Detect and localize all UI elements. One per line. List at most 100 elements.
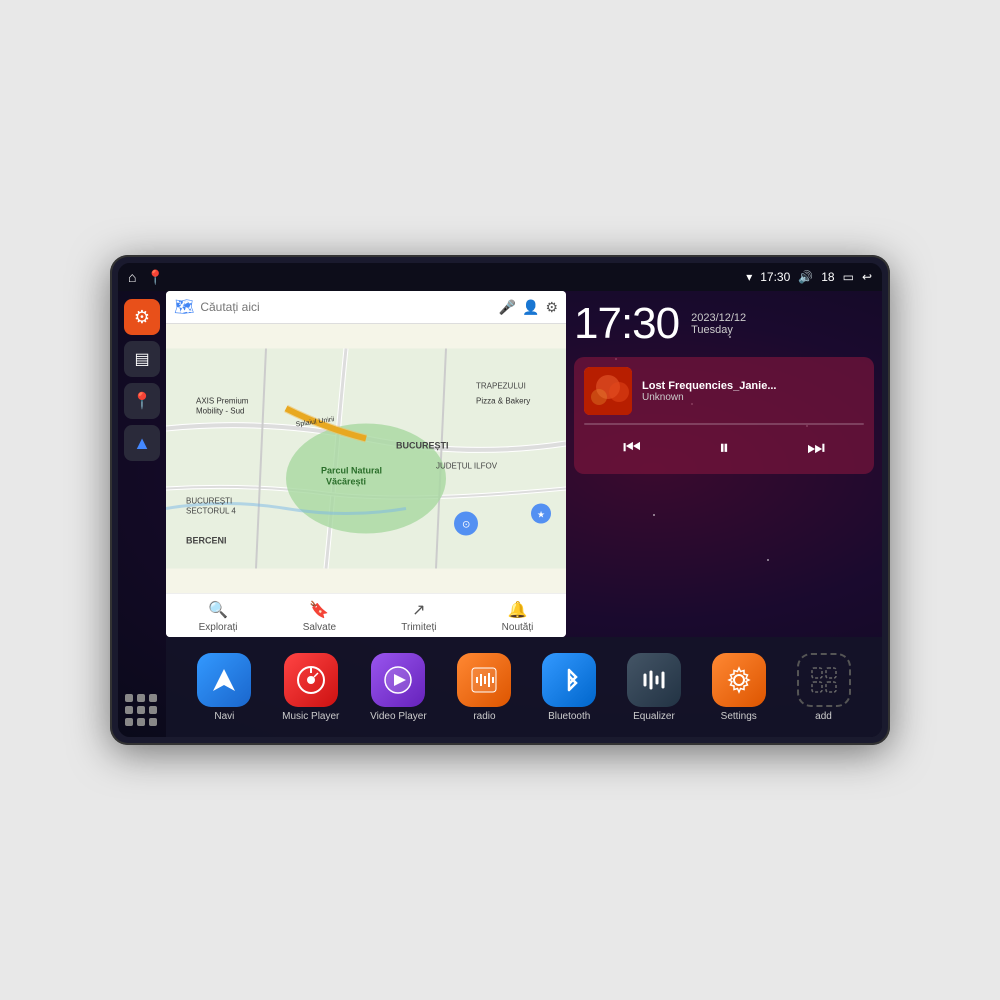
app-add[interactable]: add — [797, 653, 851, 722]
home-icon[interactable]: ⌂ — [128, 269, 136, 285]
sidebar-nav-btn[interactable]: ▲ — [124, 425, 160, 461]
battery-icon: ▭ — [843, 270, 854, 284]
music-player-label: Music Player — [282, 711, 339, 722]
top-section: 🗺 🎤 👤 ⚙ — [166, 291, 882, 637]
svg-text:SECTORUL 4: SECTORUL 4 — [186, 507, 236, 516]
sidebar-settings-btn[interactable]: ⚙ — [124, 299, 160, 335]
radio-label: radio — [473, 711, 495, 722]
battery-level: 18 — [821, 270, 834, 284]
sidebar: ⚙ ▤ 📍 ▲ — [118, 291, 166, 737]
saved-icon: 🔖 — [309, 600, 329, 620]
sidebar-map-btn[interactable]: 📍 — [124, 383, 160, 419]
svg-text:★: ★ — [537, 510, 545, 520]
main-area: ⚙ ▤ 📍 ▲ — [118, 291, 882, 737]
send-label: Trimiteți — [401, 622, 436, 633]
equalizer-label: Equalizer — [633, 711, 675, 722]
app-navi[interactable]: Navi — [197, 653, 251, 722]
status-bar: ⌂ 📍 ▾ 17:30 🔊 18 ▭ ↩ — [118, 263, 882, 291]
music-artist: Unknown — [642, 392, 864, 403]
music-widget: Lost Frequencies_Janie... Unknown ⏮ ⏸ ⏭ — [574, 357, 874, 474]
saved-label: Salvate — [303, 622, 336, 633]
music-info: Lost Frequencies_Janie... Unknown — [584, 367, 864, 415]
app-settings[interactable]: Settings — [712, 653, 766, 722]
music-progress-bar[interactable] — [584, 423, 864, 425]
account-icon[interactable]: 👤 — [522, 299, 539, 316]
bluetooth-label: Bluetooth — [548, 711, 590, 722]
settings-label: Settings — [721, 711, 757, 722]
svg-text:⊙: ⊙ — [462, 520, 470, 531]
google-maps-icon: 🗺 — [174, 297, 194, 317]
news-label: Noutăți — [502, 622, 534, 633]
map-body: AXIS Premium Mobility - Sud Pizza & Bake… — [166, 324, 566, 593]
radio-icon — [457, 653, 511, 707]
clock-widget: 17:30 2023/12/12 Tuesday — [574, 299, 874, 349]
app-music-player[interactable]: Music Player — [282, 653, 339, 722]
status-right: ▾ 17:30 🔊 18 ▭ ↩ — [746, 270, 872, 284]
music-player-icon — [284, 653, 338, 707]
music-title: Lost Frequencies_Janie... — [642, 380, 864, 392]
car-head-unit: ⌂ 📍 ▾ 17:30 🔊 18 ▭ ↩ — [110, 255, 890, 745]
apps-row: Navi Music Player — [166, 637, 882, 737]
map-panel: 🗺 🎤 👤 ⚙ — [166, 291, 566, 637]
map-search-bar: 🗺 🎤 👤 ⚙ — [166, 291, 566, 324]
app-radio[interactable]: radio — [457, 653, 511, 722]
settings-icon: ⚙ — [134, 307, 150, 328]
equalizer-icon — [627, 653, 681, 707]
files-icon: ▤ — [134, 349, 149, 369]
volume-icon: 🔊 — [798, 270, 813, 284]
map-send-btn[interactable]: ↗ Trimiteți — [401, 600, 436, 633]
maps-icon[interactable]: 📍 — [146, 269, 163, 286]
device-screen: ⌂ 📍 ▾ 17:30 🔊 18 ▭ ↩ — [118, 263, 882, 737]
video-player-label: Video Player — [370, 711, 427, 722]
navi-icon — [197, 653, 251, 707]
date-value: 2023/12/12 — [691, 312, 746, 324]
send-icon: ↗ — [412, 600, 425, 620]
navi-label: Navi — [214, 711, 234, 722]
content-area: 🗺 🎤 👤 ⚙ — [166, 291, 882, 737]
svg-text:BUCUREȘTI: BUCUREȘTI — [396, 441, 449, 451]
svg-text:Parcul Natural: Parcul Natural — [321, 466, 382, 476]
day-value: Tuesday — [691, 324, 746, 336]
clock-date: 2023/12/12 Tuesday — [691, 312, 746, 336]
music-text: Lost Frequencies_Janie... Unknown — [642, 380, 864, 403]
map-svg: AXIS Premium Mobility - Sud Pizza & Bake… — [166, 324, 566, 593]
sidebar-files-btn[interactable]: ▤ — [124, 341, 160, 377]
svg-text:JUDEȚUL ILFOV: JUDEȚUL ILFOV — [436, 462, 498, 471]
svg-text:TRAPEZULUI: TRAPEZULUI — [476, 382, 526, 391]
map-news-btn[interactable]: 🔔 Noutăți — [502, 600, 534, 633]
more-icon[interactable]: ⚙ — [545, 299, 558, 316]
nav-icon: ▲ — [133, 433, 151, 454]
map-saved-btn[interactable]: 🔖 Salvate — [303, 600, 336, 633]
news-icon: 🔔 — [508, 600, 528, 620]
settings-app-icon — [712, 653, 766, 707]
add-icon — [797, 653, 851, 707]
music-controls: ⏮ ⏸ ⏭ — [584, 433, 864, 464]
app-video-player[interactable]: Video Player — [370, 653, 427, 722]
map-explore-btn[interactable]: 🔍 Explorați — [199, 600, 238, 633]
status-time: 17:30 — [760, 270, 790, 284]
map-search-input[interactable] — [200, 300, 492, 314]
svg-text:Văcărești: Văcărești — [326, 477, 366, 487]
svg-text:BERCENI: BERCENI — [186, 536, 227, 546]
status-left: ⌂ 📍 — [128, 269, 164, 286]
svg-text:AXIS Premium: AXIS Premium — [196, 397, 249, 406]
prev-button[interactable]: ⏮ — [611, 433, 653, 464]
svg-text:BUCUREȘTI: BUCUREȘTI — [186, 497, 232, 506]
explore-icon: 🔍 — [208, 600, 228, 620]
play-pause-button[interactable]: ⏸ — [707, 433, 741, 464]
app-bluetooth[interactable]: Bluetooth — [542, 653, 596, 722]
right-panel: 17:30 2023/12/12 Tuesday — [566, 291, 882, 637]
explore-label: Explorați — [199, 622, 238, 633]
back-icon[interactable]: ↩ — [862, 270, 872, 284]
svg-text:Pizza & Bakery: Pizza & Bakery — [476, 397, 530, 406]
sidebar-grid-btn[interactable] — [124, 693, 160, 729]
mic-icon[interactable]: 🎤 — [499, 299, 516, 316]
next-button[interactable]: ⏭ — [795, 433, 837, 464]
app-equalizer[interactable]: Equalizer — [627, 653, 681, 722]
add-label: add — [815, 711, 832, 722]
bluetooth-icon — [542, 653, 596, 707]
music-album-art — [584, 367, 632, 415]
map-bottom-bar: 🔍 Explorați 🔖 Salvate ↗ Trimiteți — [166, 593, 566, 637]
video-player-icon — [371, 653, 425, 707]
svg-text:Mobility - Sud: Mobility - Sud — [196, 407, 244, 416]
